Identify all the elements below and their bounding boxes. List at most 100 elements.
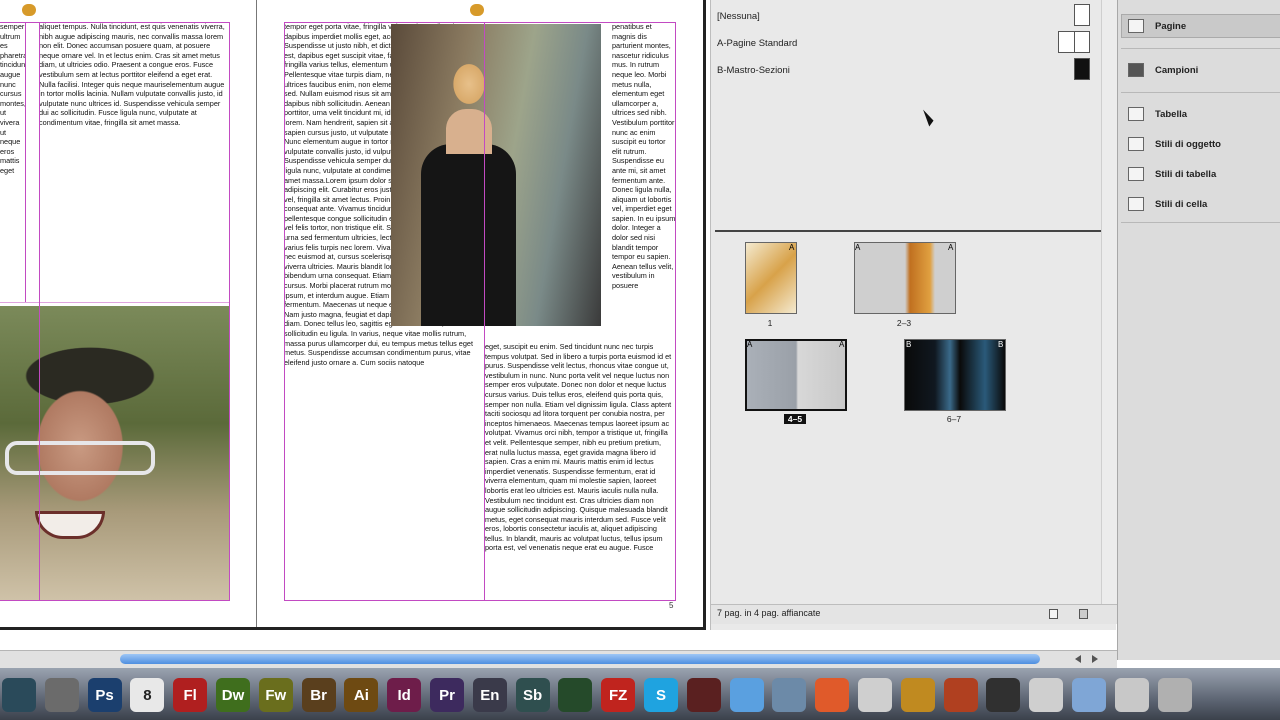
scroll-left-arrow-icon[interactable] [1075,655,1081,663]
scroll-thumb[interactable] [120,654,1040,664]
dock-separator [1121,92,1280,93]
swatches-icon [1128,63,1144,77]
document-border [703,0,706,630]
reader-icon[interactable] [686,678,721,712]
smile-shape [35,511,105,539]
photoshop-icon[interactable]: Ps [87,678,122,712]
downloads-icon[interactable] [1114,678,1149,712]
trash-icon[interactable] [1079,609,1088,619]
time-machine-icon[interactable] [2,678,36,712]
keynote-icon[interactable] [900,678,935,712]
flash-icon[interactable]: Fl [173,678,208,712]
scroll-right-arrow-icon[interactable] [1092,655,1098,663]
system-prefs-icon[interactable] [44,678,79,712]
indesign-icon[interactable]: Id [387,678,422,712]
master-mark-page-6: B [906,340,912,349]
pasteboard-icon [22,4,36,16]
guide-line [284,22,285,600]
trash-icon[interactable] [1157,678,1192,712]
filezilla-icon[interactable]: FZ [601,678,636,712]
glasses-shape [5,441,155,475]
dock-item-stili-cella[interactable]: Stili di cella [1121,192,1280,216]
dress-shape [421,144,516,326]
guide-line [284,600,676,601]
skype-icon[interactable]: S [644,678,678,712]
master-mark-page-5: A [839,340,845,349]
photobooth-icon[interactable] [943,678,978,712]
left-edge-text: semper ultrum es pharetra tincidunt augu… [0,22,25,175]
dock-separator [1121,222,1280,223]
dock-item-tabella[interactable]: Tabella [1121,102,1280,126]
guide-line [0,600,230,601]
panel-dock: Pagine Campioni Tabella Stili di oggetto… [1117,0,1280,660]
panel-divider[interactable] [715,230,1115,232]
page-thumb-4-5[interactable] [745,339,847,411]
iphone-icon[interactable] [986,678,1021,712]
guide-line [284,22,676,23]
dock-item-campioni[interactable]: Campioni [1121,58,1280,82]
vertical-scrollbar[interactable] [1101,0,1117,604]
master-b[interactable]: B-Mastro-Sezioni [717,65,790,76]
page-thumb-1[interactable] [745,242,797,314]
right-page: tempor eget porta vitae, fringilla vel m… [257,0,703,628]
master-b-thumb[interactable] [1074,58,1090,80]
encore-icon[interactable]: En [472,678,507,712]
master-mark-page-3: A [948,243,954,252]
page-label-6-7[interactable]: 6–7 [924,414,984,424]
new-page-icon[interactable] [1049,609,1058,619]
master-none[interactable]: [Nessuna] [717,11,760,22]
film-icon[interactable] [558,678,593,712]
guide-line [229,22,230,600]
cell-styles-icon [1128,197,1144,211]
guide-line [675,22,676,600]
folder-icon[interactable] [1072,678,1106,712]
ichat-icon[interactable] [729,678,764,712]
soundbooth-icon[interactable]: Sb [515,678,550,712]
left-text-column: aliquet tempus. Nulla tincidunt, est qui… [39,22,225,127]
master-a-thumb[interactable] [1058,31,1090,53]
mac-dock: Ps 8 Fl Dw Fw Br Ai Id Pr En Sb FZ S [0,668,1280,720]
master-mark-page-4: A [747,340,753,349]
guide-line [25,22,26,302]
page-label-2-3[interactable]: 2–3 [874,318,934,328]
mail-icon[interactable] [772,678,807,712]
guide-line [0,302,230,303]
pasteboard-icon [470,4,484,16]
app-folder-icon[interactable] [1029,678,1064,712]
document-canvas[interactable]: semper ultrum es pharetra tincidunt augu… [0,0,706,630]
shape-icon[interactable] [815,678,850,712]
pages-status-text: 7 pag. in 4 pag. affiancate [717,608,821,618]
master-a[interactable]: A-Pagine Standard [717,38,797,49]
dock-item-stili-tabella[interactable]: Stili di tabella [1121,162,1280,186]
master-mark-page-7: B [998,340,1004,349]
ical-icon[interactable]: 8 [130,678,165,712]
horizontal-scrollbar[interactable] [0,650,1117,668]
dock-separator [1121,48,1280,49]
left-page: semper ultrum es pharetra tincidunt augu… [0,0,256,628]
bridge-icon[interactable]: Br [301,678,336,712]
torso-shape [446,109,492,154]
mouse-cursor [923,107,935,127]
guide-line [0,22,230,23]
dock-item-stili-oggetto[interactable]: Stili di oggetto [1121,132,1280,156]
page-label-1[interactable]: 1 [740,318,800,328]
pages-icon [1128,19,1144,33]
table-icon [1128,107,1144,121]
page-number: 5 [669,601,674,610]
fireworks-icon[interactable]: Fw [258,678,293,712]
preview-icon[interactable] [858,678,892,712]
page-label-4-5[interactable]: 4–5 [784,414,806,424]
guide-line [39,22,40,600]
premiere-icon[interactable]: Pr [430,678,464,712]
dreamweaver-icon[interactable]: Dw [216,678,250,712]
table-styles-icon [1128,167,1144,181]
page-thumb-6-7[interactable] [904,339,1006,411]
portrait-photo-man[interactable] [0,306,230,600]
dock-item-pagine[interactable]: Pagine [1121,14,1280,38]
master-mark-page-1: A [789,243,795,252]
illustrator-icon[interactable]: Ai [344,678,379,712]
photo-woman-black-dress[interactable] [391,24,601,326]
guide-line [484,22,485,600]
page-thumb-2-3[interactable] [854,242,956,314]
master-none-thumb[interactable] [1074,4,1090,26]
